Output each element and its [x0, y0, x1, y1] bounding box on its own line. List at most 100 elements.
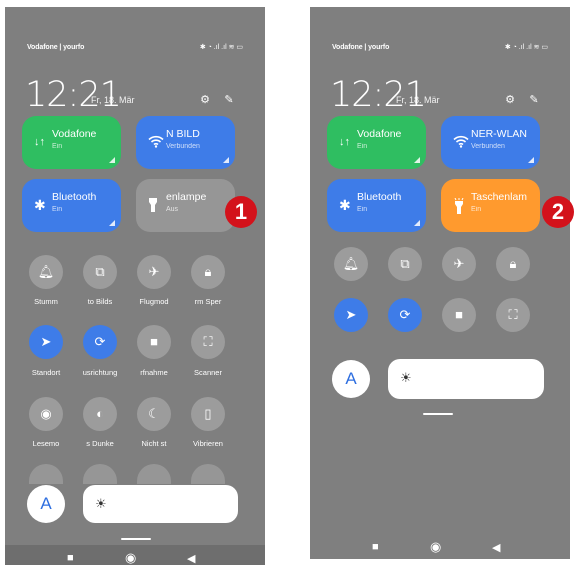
location-arrow-icon: ➤: [40, 334, 52, 349]
flashlight-icon: [148, 198, 158, 214]
video-icon: ■: [455, 307, 463, 322]
back-icon[interactable]: ◀: [187, 552, 195, 565]
lock-icon: 🔒︎: [509, 256, 517, 271]
control-center-panel-2: Vodafone | yourfo ✱ ◔ .ıl .ıl ≋ ▭ 12:21 …: [310, 7, 570, 559]
step-badge-2: 2: [542, 196, 574, 228]
location-toggle[interactable]: ➤: [29, 325, 63, 359]
airplane-icon: ✈: [148, 264, 160, 279]
moon-icon: ☾: [148, 406, 160, 421]
mobile-data-icon: ↓↑: [34, 136, 45, 148]
lock-screen-toggle[interactable]: 🔒︎: [496, 247, 530, 281]
partial-toggle[interactable]: [137, 464, 171, 484]
airplane-toggle[interactable]: ✈: [442, 247, 476, 281]
partial-toggle[interactable]: [29, 464, 63, 484]
airplane-toggle[interactable]: ✈: [137, 255, 171, 289]
mute-toggle[interactable]: 🔔︎: [334, 247, 368, 281]
expand-corner-icon: [414, 220, 420, 226]
flashlight-label: Taschenlam: [471, 191, 528, 203]
circle-label: Scanner: [194, 368, 222, 377]
screen-record-toggle[interactable]: ■: [137, 325, 171, 359]
recents-icon[interactable]: ■: [67, 552, 74, 564]
settings-icon[interactable]: ⚙: [199, 94, 211, 106]
airplane-icon: ✈: [453, 256, 465, 271]
wifi-icon: [453, 135, 469, 150]
lock-screen-toggle[interactable]: 🔒︎: [191, 255, 225, 289]
status-icons: ✱ ◔ .ıl .ıl ≋ ▭: [199, 44, 243, 51]
home-icon[interactable]: ◉: [430, 539, 441, 555]
bluetooth-status: Ein: [52, 206, 63, 213]
auto-rotate-toggle[interactable]: ⟳: [388, 298, 422, 332]
mobile-data-label: Vodafone: [357, 128, 402, 140]
bluetooth-tile[interactable]: ✱ Bluetooth Ein: [327, 179, 426, 232]
screenshot-toggle[interactable]: ⧉: [388, 247, 422, 281]
rotate-icon: ⟳: [94, 334, 106, 349]
expand-corner-icon: [223, 157, 229, 163]
rotate-icon: ⟳: [399, 307, 411, 322]
mobile-data-label: Vodafone: [52, 128, 97, 140]
expand-corner-icon: [528, 157, 534, 163]
flashlight-tile[interactable]: Taschenlam Ein: [441, 179, 540, 232]
circle-label: Stumm: [34, 297, 58, 306]
auto-brightness-button[interactable]: A: [332, 360, 370, 398]
brightness-slider[interactable]: ☀: [83, 485, 238, 523]
reading-mode-toggle[interactable]: ◉: [29, 397, 63, 431]
mobile-data-status: Ein: [357, 143, 368, 150]
wifi-tile[interactable]: N BILD Verbunden: [136, 116, 235, 169]
wifi-label: N BILD: [166, 128, 200, 140]
auto-brightness-button[interactable]: A: [27, 485, 65, 523]
flashlight-label: enlampe: [166, 191, 207, 203]
flashlight-tile[interactable]: enlampe Aus: [136, 179, 235, 232]
dark-mode-toggle[interactable]: ◐: [83, 397, 117, 431]
scanner-toggle[interactable]: ⛶: [496, 298, 530, 332]
vibrate-toggle[interactable]: ▯: [191, 397, 225, 431]
bluetooth-label: Bluetooth: [357, 191, 402, 203]
back-icon[interactable]: ◀: [492, 541, 500, 554]
partial-toggle[interactable]: [83, 464, 117, 484]
edit-icon[interactable]: ✎: [223, 94, 235, 106]
sun-icon: ☀: [400, 370, 412, 385]
edit-icon[interactable]: ✎: [528, 94, 540, 106]
circle-label: Nicht st: [141, 439, 167, 448]
bell-icon: 🔔︎: [342, 256, 360, 271]
dark-mode-icon: ◐: [96, 406, 104, 421]
mobile-data-icon: ↓↑: [339, 136, 350, 148]
flashlight-status: Aus: [166, 206, 179, 213]
eye-icon: ◉: [40, 406, 52, 421]
circle-label: usrichtung: [82, 368, 118, 377]
partial-toggle[interactable]: [191, 464, 225, 484]
mobile-data-tile[interactable]: ↓↑ Vodafone Ein: [327, 116, 426, 169]
mute-toggle[interactable]: 🔔︎: [29, 255, 63, 289]
navigation-bar: ■ ◉ ◀: [5, 545, 265, 565]
bluetooth-icon: ✱: [339, 197, 351, 213]
recents-icon[interactable]: ■: [372, 541, 379, 553]
lock-icon: 🔒︎: [204, 264, 212, 279]
screenshot-toggle[interactable]: ⧉: [83, 255, 117, 289]
home-icon[interactable]: ◉: [125, 550, 136, 565]
flashlight-on-icon: [453, 197, 465, 216]
location-toggle[interactable]: ➤: [334, 298, 368, 332]
do-not-disturb-toggle[interactable]: ☾: [137, 397, 171, 431]
wifi-icon: [148, 135, 164, 150]
settings-icon[interactable]: ⚙: [504, 94, 516, 106]
drag-handle[interactable]: [423, 413, 453, 415]
circle-label: s Dunke: [86, 439, 114, 448]
auto-rotate-toggle[interactable]: ⟳: [83, 325, 117, 359]
bluetooth-icon: ✱: [34, 197, 46, 213]
screenshot-icon: ⧉: [95, 264, 105, 279]
bell-icon: 🔔︎: [37, 264, 55, 279]
expand-corner-icon: [414, 157, 420, 163]
drag-handle[interactable]: [121, 538, 151, 540]
screen-record-toggle[interactable]: ■: [442, 298, 476, 332]
sun-icon: ☀: [95, 496, 107, 511]
video-icon: ■: [150, 334, 158, 349]
circle-label: Vibrieren: [193, 439, 223, 448]
wifi-label: NER-WLAN: [471, 128, 528, 140]
expand-corner-icon: [109, 157, 115, 163]
circle-label: Standort: [31, 368, 61, 377]
circle-label: Lesemo: [32, 439, 60, 448]
brightness-slider[interactable]: ☀: [388, 359, 544, 399]
scanner-toggle[interactable]: ⛶: [191, 325, 225, 359]
wifi-tile[interactable]: NER-WLAN Verbunden: [441, 116, 540, 169]
bluetooth-tile[interactable]: ✱ Bluetooth Ein: [22, 179, 121, 232]
mobile-data-tile[interactable]: ↓↑ Vodafone Ein: [22, 116, 121, 169]
